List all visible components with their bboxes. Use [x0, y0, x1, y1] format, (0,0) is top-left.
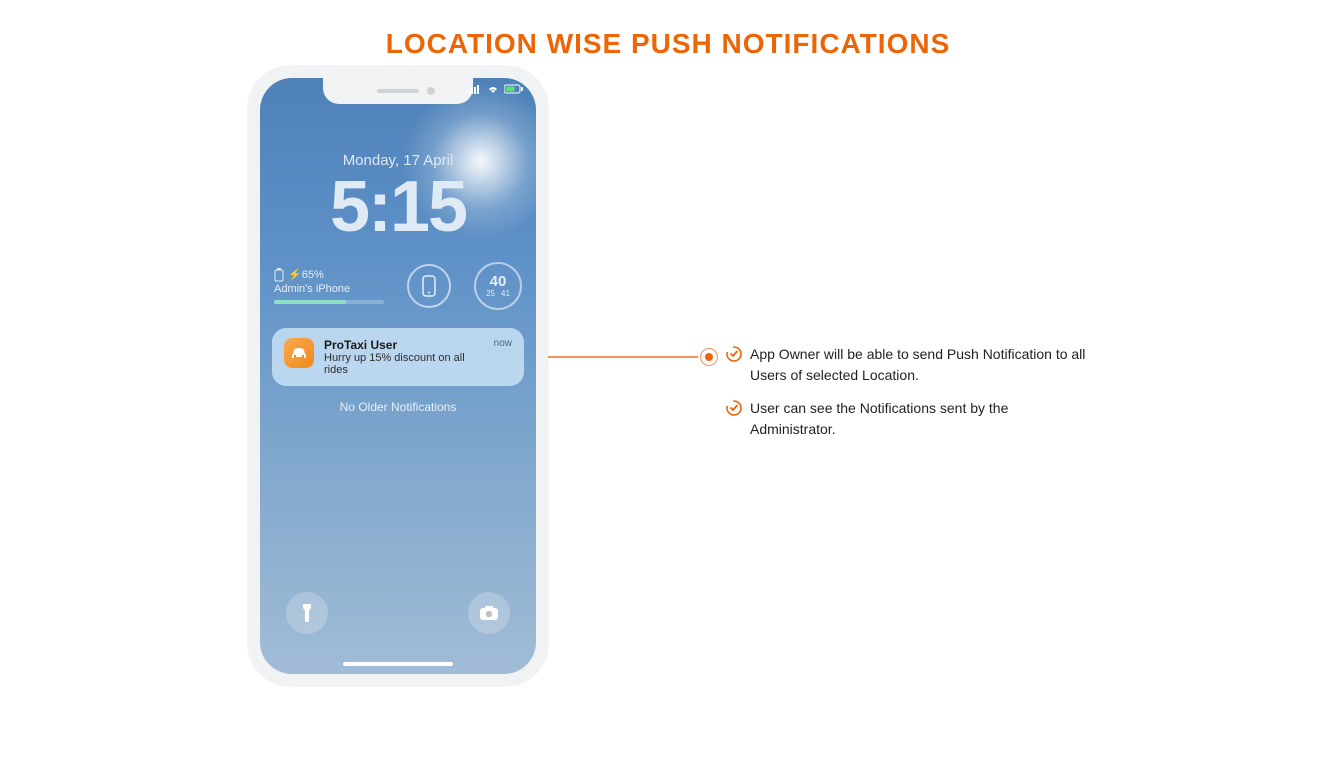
battery-icon: [504, 84, 524, 94]
home-indicator[interactable]: [343, 662, 453, 666]
lockscreen-time: 5:15: [260, 166, 536, 248]
signal-icon: [468, 84, 482, 94]
phone-notch: [323, 78, 473, 104]
device-name-label: Admin's iPhone: [274, 282, 384, 296]
weather-temp: 40: [490, 274, 507, 289]
notification-message: Hurry up 15% discount on all rides: [324, 352, 484, 376]
car-icon: [290, 346, 308, 360]
no-older-notifications-label: No Older Notifications: [260, 400, 536, 414]
connector-dot: [700, 348, 718, 366]
list-item: App Owner will be able to send Push Noti…: [726, 344, 1086, 386]
connector-line: [548, 356, 698, 358]
battery-bar: [274, 300, 384, 304]
list-item: User can see the Notifications sent by t…: [726, 398, 1086, 440]
feature-text: App Owner will be able to send Push Noti…: [750, 344, 1086, 386]
notification-app-name: ProTaxi User: [324, 338, 484, 352]
check-circle-icon: [726, 400, 742, 416]
lockscreen-widgets: ⚡65% Admin's iPhone 40 25 41: [260, 262, 536, 310]
phone-icon: [421, 275, 437, 297]
weather-widget: 40 25 41: [474, 262, 522, 310]
push-notification-card[interactable]: ProTaxi User Hurry up 15% discount on al…: [272, 328, 524, 386]
camera-icon: [479, 605, 499, 621]
device-ring-widget: [407, 264, 451, 308]
feature-text: User can see the Notifications sent by t…: [750, 398, 1086, 440]
flashlight-icon: [300, 603, 314, 623]
check-circle-icon: [726, 346, 742, 362]
camera-button[interactable]: [468, 592, 510, 634]
notification-time: now: [494, 338, 512, 349]
feature-list: App Owner will be able to send Push Noti…: [726, 344, 1086, 452]
status-bar: [468, 84, 524, 94]
weather-high: 41: [501, 289, 510, 298]
phone-lockscreen: Monday, 17 April 5:15 ⚡65% Admin's iPhon…: [260, 78, 536, 674]
notification-app-icon: [284, 338, 314, 368]
battery-widget: ⚡65% Admin's iPhone: [274, 268, 384, 305]
weather-low: 25: [486, 289, 495, 298]
phone-frame: Monday, 17 April 5:15 ⚡65% Admin's iPhon…: [248, 66, 548, 686]
page-title: LOCATION WISE PUSH NOTIFICATIONS: [0, 0, 1336, 60]
battery-percent-label: ⚡65%: [288, 268, 324, 282]
flashlight-button[interactable]: [286, 592, 328, 634]
battery-outline-icon: [274, 268, 284, 282]
wifi-icon: [486, 84, 500, 94]
